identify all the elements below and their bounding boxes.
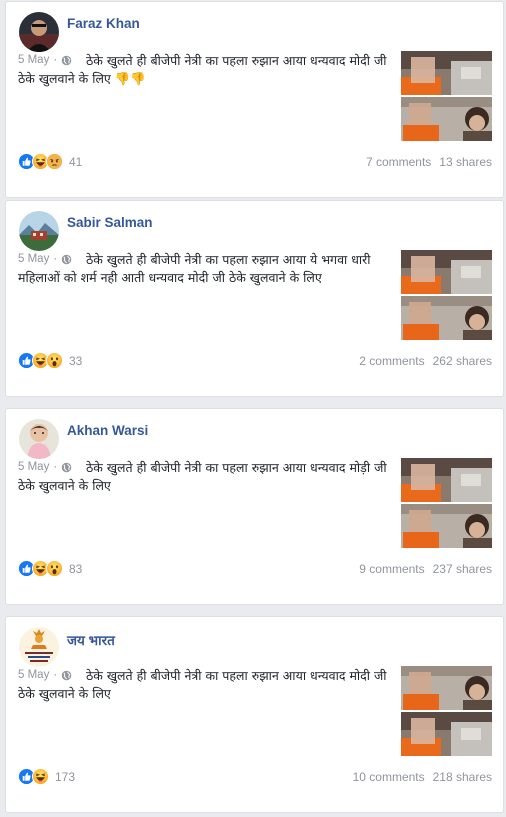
haha-icon	[32, 768, 49, 785]
wow-icon	[46, 352, 63, 369]
angry-icon	[46, 153, 63, 170]
comments-link[interactable]: 2 comments	[359, 354, 424, 368]
news-feed: Faraz Khan 5 May · ठेके खुलते ही बीजेपी …	[0, 0, 506, 817]
reaction-count[interactable]: 83	[69, 562, 82, 576]
post-text: ठेके खुलते ही बीजेपी नेत्री का पहला रुझा…	[18, 53, 387, 86]
post-photo[interactable]	[401, 504, 492, 548]
wow-icon	[46, 560, 63, 577]
post-photo[interactable]	[401, 458, 492, 502]
comments-link[interactable]: 9 comments	[359, 562, 424, 576]
post-text: ठेके खुलते ही बीजेपी नेत्री का पहला रुझा…	[18, 460, 387, 493]
post-photo[interactable]	[401, 97, 492, 141]
avatar[interactable]	[19, 12, 59, 52]
author-name[interactable]: Faraz Khan	[67, 16, 140, 31]
reactions-summary[interactable]: 33	[18, 352, 82, 369]
post-photo[interactable]	[401, 51, 492, 95]
reaction-count[interactable]: 41	[69, 155, 82, 169]
author-name[interactable]: Akhan Warsi	[67, 423, 148, 438]
post-photo[interactable]	[401, 712, 492, 756]
shares-link[interactable]: 218 shares	[433, 770, 492, 784]
author-name[interactable]: जय भारत	[67, 631, 115, 649]
post-photo[interactable]	[401, 250, 492, 294]
post-card: जय भारत 5 May · ठेके खुलते ही बीजेपी नेत…	[5, 616, 504, 813]
reactions-summary[interactable]: 83	[18, 560, 82, 577]
post-photos[interactable]	[401, 458, 492, 548]
reaction-count[interactable]: 173	[55, 770, 75, 784]
reactions-summary[interactable]: 41	[18, 153, 82, 170]
post-photo[interactable]	[401, 666, 492, 710]
post-photos[interactable]	[401, 666, 492, 756]
post-text: ठेके खुलते ही बीजेपी नेत्री का पहला रुझा…	[18, 252, 371, 285]
shares-link[interactable]: 262 shares	[433, 354, 492, 368]
post-photo[interactable]	[401, 296, 492, 340]
post-card: Sabir Salman 5 May · ठेके खुलते ही बीजेप…	[5, 200, 504, 397]
avatar[interactable]	[19, 211, 59, 251]
avatar[interactable]	[19, 627, 59, 667]
post-stats: 2 comments 262 shares	[359, 354, 492, 368]
avatar[interactable]	[19, 419, 59, 459]
reactions-summary[interactable]: 173	[18, 768, 75, 785]
shares-link[interactable]: 13 shares	[439, 155, 492, 169]
comments-link[interactable]: 7 comments	[366, 155, 431, 169]
post-card: Faraz Khan 5 May · ठेके खुलते ही बीजेपी …	[5, 1, 504, 198]
post-stats: 7 comments 13 shares	[366, 155, 492, 169]
author-name[interactable]: Sabir Salman	[67, 215, 153, 230]
post-photos[interactable]	[401, 51, 492, 141]
comments-link[interactable]: 10 comments	[353, 770, 425, 784]
post-photos[interactable]	[401, 250, 492, 340]
post-card: Akhan Warsi 5 May · ठेके खुलते ही बीजेपी…	[5, 408, 504, 605]
reaction-count[interactable]: 33	[69, 354, 82, 368]
post-stats: 9 comments 237 shares	[359, 562, 492, 576]
post-text: ठेके खुलते ही बीजेपी नेत्री का पहला रुझा…	[18, 668, 387, 701]
shares-link[interactable]: 237 shares	[433, 562, 492, 576]
post-stats: 10 comments 218 shares	[353, 770, 492, 784]
